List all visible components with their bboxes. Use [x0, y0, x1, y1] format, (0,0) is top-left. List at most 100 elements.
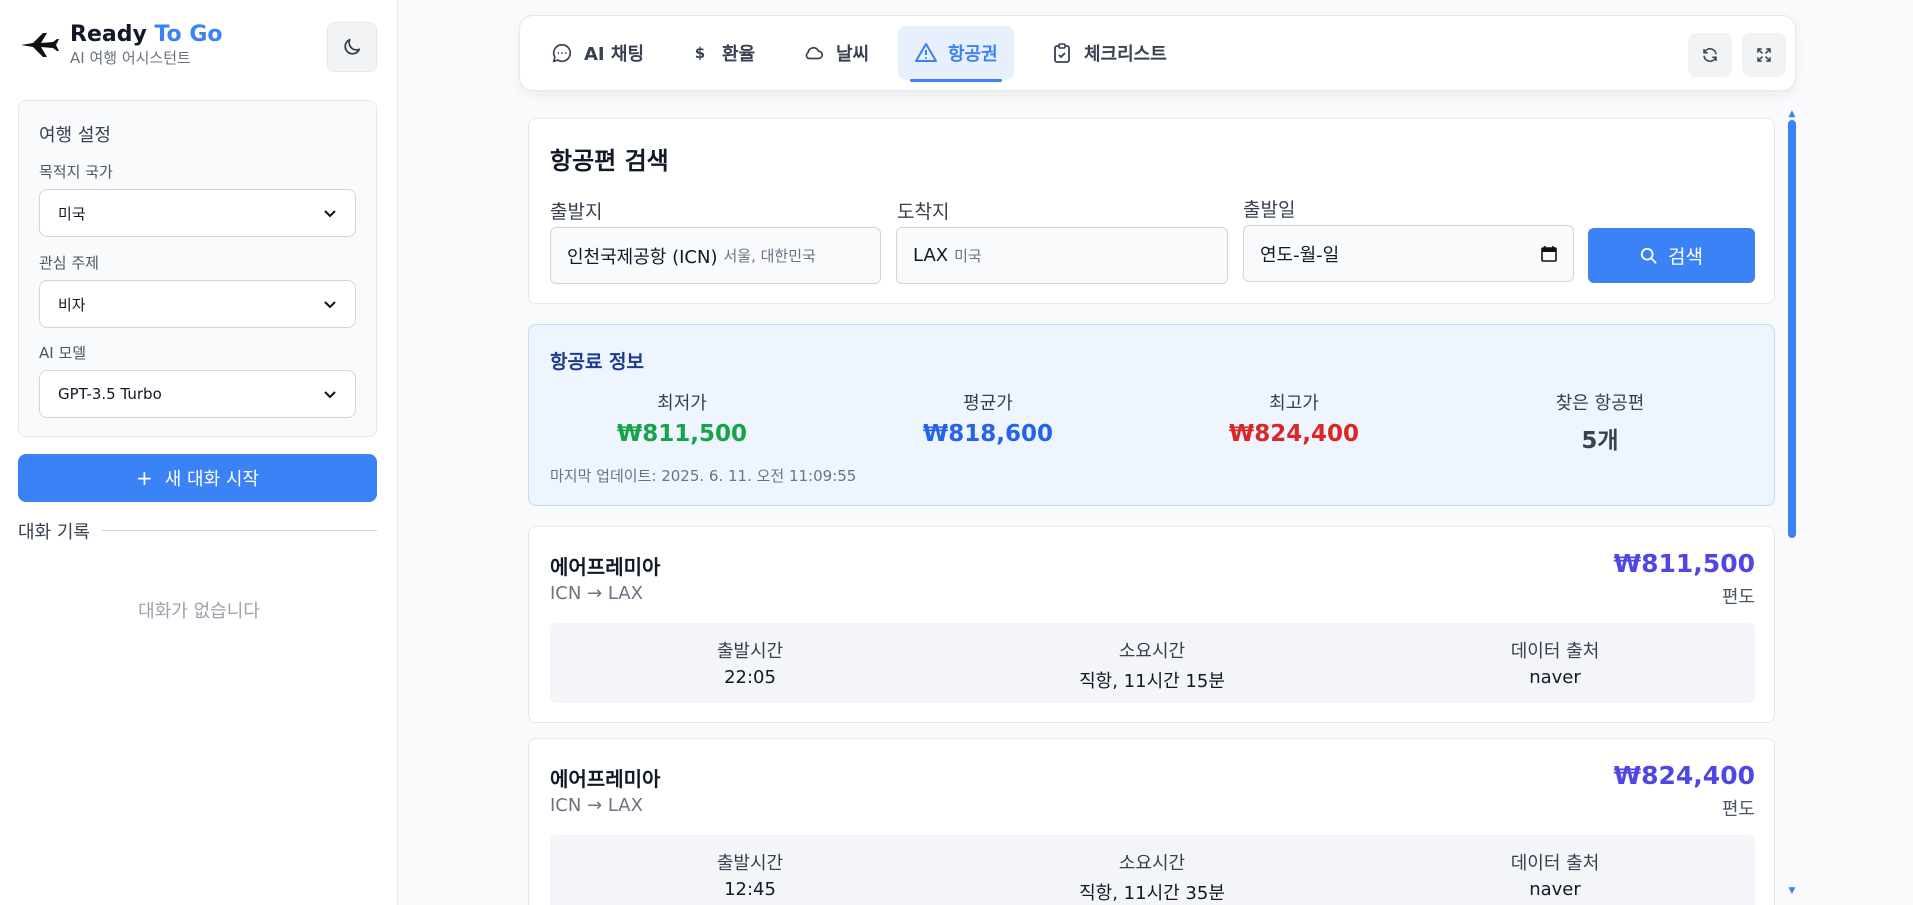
source-detail: 데이터 출처 naver: [1355, 849, 1755, 900]
tab-checklist[interactable]: 체크리스트: [1050, 26, 1167, 80]
source-value: naver: [1529, 667, 1581, 688]
last-updated: 마지막 업데이트: 2025. 6. 11. 오전 11:09:55: [550, 467, 857, 485]
active-tab-indicator: [910, 79, 1002, 82]
date-label: 출발일: [1243, 199, 1296, 221]
flight-details: 출발시간 12:45 소요시간 직항, 11시간 35분 데이터 출처 nave…: [550, 835, 1755, 905]
departure-time-label: 출발시간: [716, 853, 784, 874]
avg-price-stat: 평균가 ₩818,600: [835, 389, 1141, 447]
departure-time-detail: 출발시간 22:05: [550, 637, 950, 688]
origin-input[interactable]: 인천국제공항 (ICN) 서울, 대한민국: [550, 227, 881, 284]
departure-time-detail: 출발시간 12:45: [550, 849, 950, 900]
chevron-down-icon: [324, 210, 336, 218]
history-divider: [102, 530, 377, 531]
tab-exchange-rate[interactable]: $ 환율: [688, 26, 755, 80]
source-detail: 데이터 출처 naver: [1355, 637, 1755, 688]
duration-value: 직항, 11시간 15분: [1079, 671, 1225, 692]
min-price-stat: 최저가 ₩811,500: [529, 389, 835, 447]
scrollbar-thumb[interactable]: [1788, 120, 1796, 538]
duration-label: 소요시간: [1118, 641, 1186, 662]
flight-count-label: 찾은 항공편: [1555, 393, 1645, 414]
dark-mode-toggle-button[interactable]: [327, 22, 377, 72]
origin-label: 출발지: [550, 201, 603, 223]
avg-price-label: 평균가: [963, 393, 1013, 414]
origin-value: 인천국제공항 (ICN): [567, 246, 718, 268]
flight-price: ₩824,400: [1613, 761, 1755, 790]
trip-type: 편도: [1721, 799, 1755, 820]
destination-sub: 미국: [954, 247, 982, 265]
brand-title: Ready To Go: [70, 22, 223, 47]
search-icon: [1640, 247, 1657, 264]
tab-ai-chat-label: AI 채팅: [584, 44, 645, 65]
country-select[interactable]: 미국: [39, 189, 356, 237]
duration-label: 소요시간: [1118, 853, 1186, 874]
empty-history-message: 대화가 없습니다: [138, 601, 260, 622]
topic-label: 관심 주제: [39, 254, 99, 272]
source-value: naver: [1529, 879, 1581, 900]
scroll-down-arrow-icon[interactable]: ▼: [1787, 887, 1797, 896]
flight-route: ICN → LAX: [550, 583, 643, 604]
travel-settings-panel: 여행 설정 목적지 국가 미국 관심 주제 비자 AI 모델 GPT-3.5 T…: [18, 100, 377, 437]
refresh-icon: [1703, 48, 1717, 62]
content-scrollbar[interactable]: ▲ ▼: [1787, 110, 1797, 896]
tab-flights-label: 항공권: [948, 44, 998, 65]
tab-flights[interactable]: 항공권: [898, 26, 1014, 82]
departure-time-label: 출발시간: [716, 641, 784, 662]
flight-price: ₩811,500: [1613, 549, 1755, 578]
flight-result-card[interactable]: 에어프레미아 ICN → LAX ₩811,500 편도 출발시간 22:05 …: [528, 526, 1775, 723]
destination-value: LAX: [913, 245, 949, 266]
departure-date-input[interactable]: 연도-월-일: [1243, 225, 1574, 282]
chevron-down-icon: [324, 301, 336, 309]
tab-checklist-label: 체크리스트: [1084, 44, 1167, 65]
origin-sub: 서울, 대한민국: [723, 247, 816, 265]
destination-label: 도착지: [897, 201, 950, 223]
min-price-value: ₩811,500: [616, 421, 748, 447]
brand: Ready To Go AI 여행 어시스턴트: [18, 22, 223, 68]
flight-route: ICN → LAX: [550, 795, 643, 816]
search-button[interactable]: 검색: [1588, 228, 1755, 283]
cloud-icon: [802, 41, 826, 65]
flight-count-value: 5개: [1581, 428, 1619, 454]
chat-bubble-icon: [550, 41, 574, 65]
min-price-label: 최저가: [657, 393, 707, 414]
scroll-up-arrow-icon[interactable]: ▲: [1787, 110, 1797, 119]
max-price-label: 최고가: [1269, 393, 1319, 414]
fullscreen-button[interactable]: [1742, 33, 1786, 77]
plus-icon: +: [135, 466, 153, 490]
warning-triangle-icon: [914, 41, 938, 65]
new-chat-button[interactable]: + 새 대화 시작: [18, 454, 377, 502]
airplane-logo-icon: [18, 24, 60, 66]
chevron-down-icon: [324, 391, 336, 399]
duration-detail: 소요시간 직항, 11시간 35분: [952, 849, 1352, 905]
airline-name: 에어프레미아: [550, 767, 661, 791]
refresh-button[interactable]: [1688, 33, 1732, 77]
history-label: 대화 기록: [18, 522, 90, 543]
fare-info-title: 항공료 정보: [550, 351, 645, 373]
flight-result-card[interactable]: 에어프레미아 ICN → LAX ₩824,400 편도 출발시간 12:45 …: [528, 738, 1775, 905]
tab-weather-label: 날씨: [836, 44, 870, 65]
brand-subtitle: AI 여행 어시스턴트: [70, 49, 191, 67]
moon-icon: [344, 38, 361, 55]
source-label: 데이터 출처: [1510, 853, 1600, 874]
settings-title: 여행 설정: [39, 125, 111, 146]
airline-name: 에어프레미아: [550, 555, 661, 579]
tab-ai-chat[interactable]: AI 채팅: [550, 26, 644, 80]
topic-select[interactable]: 비자: [39, 280, 356, 328]
source-label: 데이터 출처: [1510, 641, 1600, 662]
new-chat-label: 새 대화 시작: [164, 469, 259, 490]
date-placeholder: 연도-월-일: [1260, 244, 1340, 266]
dollar-icon: $: [694, 44, 706, 62]
expand-icon: [1757, 48, 1771, 62]
avg-price-value: ₩818,600: [922, 421, 1054, 447]
model-select[interactable]: GPT-3.5 Turbo: [39, 370, 356, 418]
model-select-value: GPT-3.5 Turbo: [58, 385, 162, 403]
duration-detail: 소요시간 직항, 11시간 15분: [952, 637, 1352, 693]
tab-weather[interactable]: 날씨: [802, 26, 869, 80]
country-label: 목적지 국가: [39, 163, 113, 181]
destination-input[interactable]: LAX 미국: [896, 227, 1228, 284]
duration-value: 직항, 11시간 35분: [1079, 883, 1225, 904]
top-navigation: AI 채팅 $ 환율 날씨 항공권 체크리스트: [519, 15, 1796, 91]
trip-type: 편도: [1721, 587, 1755, 608]
model-label: AI 모델: [39, 344, 87, 362]
search-title: 항공편 검색: [550, 147, 669, 175]
max-price-value: ₩824,400: [1228, 421, 1360, 447]
